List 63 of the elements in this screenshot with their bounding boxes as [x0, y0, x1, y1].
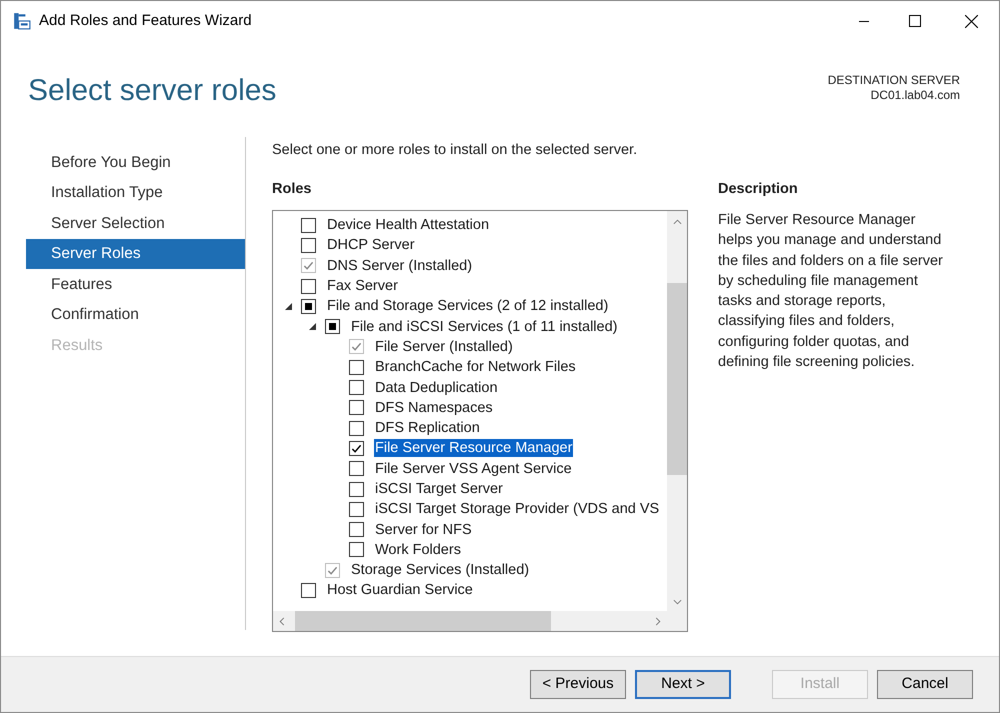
wizard-step[interactable]: Features: [26, 269, 245, 300]
checkbox[interactable]: [349, 461, 364, 476]
wizard-button[interactable]: Next >: [635, 670, 731, 699]
scrollbar-thumb[interactable]: [295, 611, 551, 631]
role-label[interactable]: Data Deduplication: [374, 378, 499, 397]
maximize-icon: [909, 15, 921, 27]
wizard-button[interactable]: < Previous: [530, 670, 626, 699]
window-title: Add Roles and Features Wizard: [39, 10, 252, 31]
checkbox[interactable]: [349, 502, 364, 517]
instruction-text: Select one or more roles to install on the selected server.: [272, 141, 638, 159]
close-icon: [964, 14, 978, 28]
checkbox[interactable]: [325, 319, 340, 334]
expanded-triangle-icon[interactable]: [309, 323, 316, 330]
destination-server: DC01.lab04.com: [870, 88, 960, 103]
checkbox[interactable]: [301, 298, 316, 314]
chevron-left-icon[interactable]: [279, 616, 285, 626]
wizard-step[interactable]: Server Roles: [26, 238, 245, 269]
checkbox[interactable]: [349, 380, 364, 396]
checkbox[interactable]: [349, 522, 364, 538]
role-label[interactable]: BranchCache for Network Files: [374, 358, 577, 376]
role-label[interactable]: File Server Resource Manager: [374, 439, 574, 458]
role-label[interactable]: DFS Replication: [374, 419, 481, 438]
description-heading: Description: [718, 180, 799, 198]
checkbox[interactable]: [349, 542, 364, 558]
page-title: Select server roles: [28, 73, 276, 109]
wizard-button[interactable]: Cancel: [877, 670, 973, 699]
role-label[interactable]: DHCP Server: [326, 236, 416, 254]
role-label[interactable]: File and Storage Services (2 of 12 installed): [326, 297, 610, 316]
role-label[interactable]: iSCSI Target Server: [374, 480, 504, 498]
role-label[interactable]: Host Guardian Service: [326, 581, 474, 600]
checkbox[interactable]: [349, 420, 364, 436]
role-label[interactable]: File and iSCSI Services (1 of 11 installed): [350, 318, 618, 336]
chevron-down-icon[interactable]: [672, 599, 682, 605]
role-label[interactable]: Server for NFS: [374, 520, 473, 539]
wizard-step[interactable]: Confirmation: [26, 300, 245, 330]
role-label[interactable]: DFS Namespaces: [374, 398, 494, 417]
checkbox[interactable]: [301, 218, 316, 233]
chevron-right-icon[interactable]: [655, 616, 661, 626]
scrollbar-thumb[interactable]: [667, 283, 687, 475]
role-label[interactable]: File Server VSS Agent Service: [374, 460, 573, 478]
expanded-triangle-icon[interactable]: [285, 302, 292, 310]
role-label[interactable]: Work Folders: [374, 540, 462, 559]
role-label[interactable]: Fax Server: [326, 277, 399, 296]
horizontal-scrollbar[interactable]: [273, 611, 687, 631]
checkbox[interactable]: [349, 440, 364, 456]
wizard-step[interactable]: Installation Type: [26, 178, 245, 208]
vertical-scrollbar[interactable]: [667, 211, 687, 611]
destination-label: DESTINATION SERVER: [828, 73, 960, 88]
roles-heading: Roles: [272, 180, 312, 198]
role-label[interactable]: iSCSI Target Storage Provider (VDS and VS: [374, 500, 660, 518]
wizard-step[interactable]: Before You Begin: [26, 147, 245, 178]
wizard-step[interactable]: Server Selection: [26, 208, 245, 238]
server-icon: [13, 12, 31, 30]
chevron-up-icon[interactable]: [672, 219, 682, 225]
checkbox[interactable]: [349, 360, 364, 375]
checkbox[interactable]: [301, 582, 316, 598]
minimize-icon: [859, 20, 869, 22]
description-text: File Server Resource Manager helps you manage and understand the files and folders on a file server by scheduling file management tasks and storage reports, classifying files and folders, configuring folder quotas, and defining file screening policies.: [718, 211, 944, 372]
checkbox[interactable]: [301, 278, 316, 294]
checkbox[interactable]: [349, 482, 364, 496]
checkbox[interactable]: [301, 238, 316, 253]
checkbox[interactable]: [349, 400, 364, 416]
role-label[interactable]: Device Health Attestation: [326, 216, 490, 234]
